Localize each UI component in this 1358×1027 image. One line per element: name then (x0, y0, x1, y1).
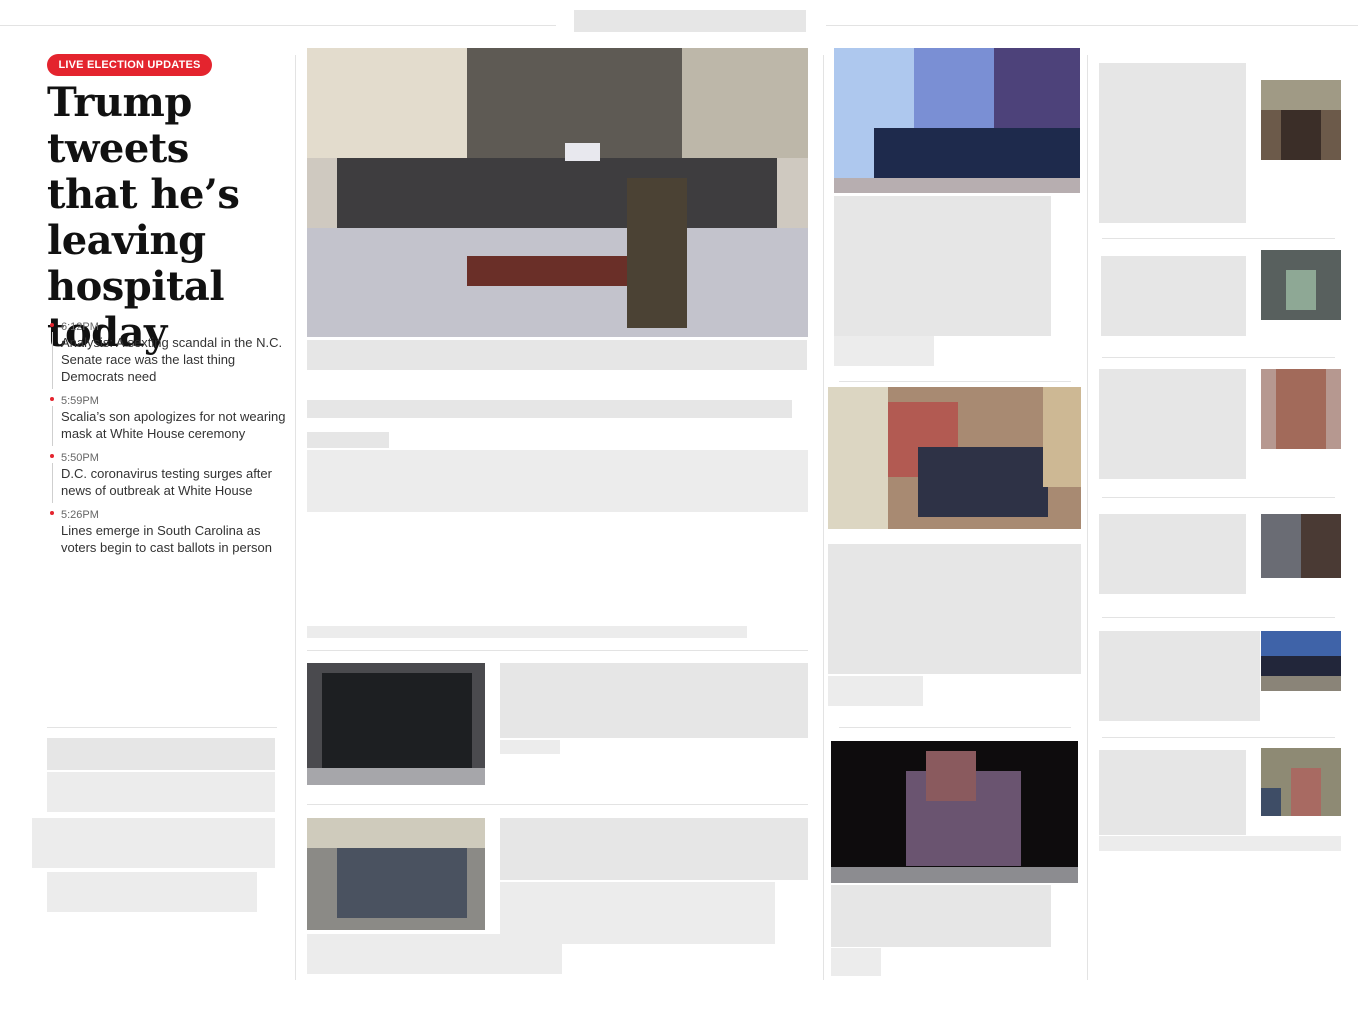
bullet-dot-icon (50, 454, 54, 458)
blurred-story-text[interactable] (1099, 631, 1260, 721)
update-text[interactable]: D.C. coronavirus testing surges after ne… (61, 465, 287, 499)
blurred-story-text[interactable] (834, 196, 1051, 336)
blurred-story-text[interactable] (500, 663, 808, 738)
blurred-story-text[interactable] (828, 544, 1081, 674)
update-item[interactable]: 5:50PM D.C. coronavirus testing surges a… (47, 451, 287, 503)
blurred-story-text[interactable] (1099, 514, 1246, 594)
blurred-story-text[interactable] (1099, 63, 1246, 223)
bullet-dot-icon (50, 397, 54, 401)
update-time: 5:59PM (61, 395, 99, 407)
bullet-dot-icon (50, 323, 54, 327)
update-time: 6:12PM (61, 321, 99, 333)
story-thumb[interactable] (307, 818, 485, 930)
update-item[interactable]: 5:59PM Scalia’s son apologizes for not w… (47, 394, 287, 446)
update-time: 5:26PM (61, 509, 99, 521)
story-thumb[interactable] (1261, 80, 1341, 160)
blurred-story-text[interactable] (831, 885, 1051, 947)
story-photo[interactable] (831, 741, 1078, 883)
update-item[interactable]: 5:26PM Lines emerge in South Carolina as… (47, 508, 287, 556)
story-photo[interactable] (834, 48, 1080, 193)
blurred-story-text[interactable] (1101, 256, 1246, 336)
story-thumb[interactable] (1261, 369, 1341, 449)
update-item[interactable]: 6:12PM Analysis: A sexting scandal in th… (47, 320, 287, 389)
update-time: 5:50PM (61, 452, 99, 464)
update-text[interactable]: Lines emerge in South Carolina as voters… (61, 522, 287, 556)
story-photo[interactable] (828, 387, 1081, 529)
story-thumb[interactable] (307, 663, 485, 785)
update-text[interactable]: Scalia’s son apologizes for not wearing … (61, 408, 287, 442)
blurred-lead-summary (307, 450, 808, 512)
update-text[interactable]: Analysis: A sexting scandal in the N.C. … (61, 334, 287, 385)
blurred-story-left[interactable] (32, 738, 276, 916)
live-updates-list: 6:12PM Analysis: A sexting scandal in th… (47, 320, 287, 565)
timeline-rail (52, 406, 53, 446)
timeline-rail (52, 332, 53, 389)
story-thumb[interactable] (1261, 748, 1341, 816)
story-thumb[interactable] (1261, 250, 1341, 320)
blurred-story-text[interactable] (500, 818, 808, 880)
blurred-story-text[interactable] (1099, 750, 1246, 835)
story-thumb[interactable] (1261, 631, 1341, 691)
story-thumb[interactable] (1261, 514, 1341, 578)
bullet-dot-icon (50, 511, 54, 515)
timeline-rail (52, 463, 53, 503)
blurred-lead-title[interactable] (307, 340, 807, 370)
blurred-story-text[interactable] (1099, 369, 1246, 479)
masthead-blurred (574, 10, 806, 32)
lead-headline[interactable]: Trump tweets that he’s leaving hospital … (47, 80, 287, 356)
live-election-badge[interactable]: LIVE ELECTION UPDATES (47, 54, 212, 76)
lead-photo[interactable] (307, 48, 808, 337)
